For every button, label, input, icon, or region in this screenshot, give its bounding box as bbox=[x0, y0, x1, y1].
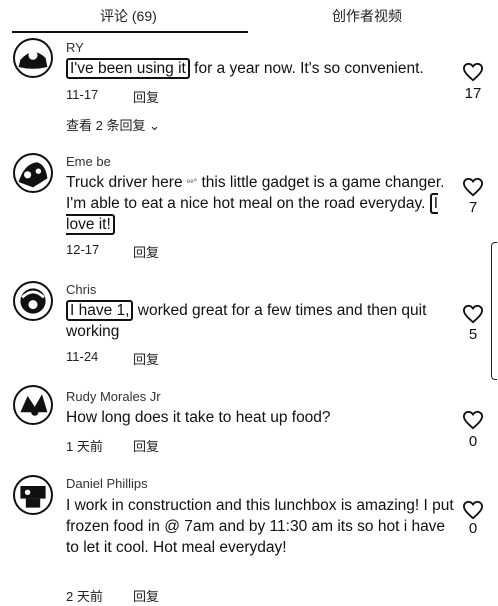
comment-text: I've been using it for a year now. It's … bbox=[66, 58, 456, 79]
tab-comments[interactable]: 评论 (69) bbox=[100, 6, 157, 26]
avatar[interactable] bbox=[13, 475, 53, 515]
tab-creator-videos[interactable]: 创作者视频 bbox=[332, 6, 402, 26]
like-count: 0 bbox=[468, 433, 478, 450]
comment-text: I work in construction and this lunchbox… bbox=[66, 495, 456, 558]
reply-button[interactable]: 回复 bbox=[133, 242, 159, 261]
comment-date: 11-17 bbox=[66, 87, 99, 102]
scrollbar[interactable] bbox=[491, 242, 497, 380]
comment-date: 1 天前 bbox=[66, 439, 103, 454]
comment-text-body: How long does it take to heat up food? bbox=[66, 409, 331, 426]
comment-text-part: Truck driver here bbox=[66, 174, 187, 191]
like-count: 7 bbox=[468, 199, 478, 216]
username[interactable]: Chris bbox=[66, 282, 96, 297]
heart-outline-icon bbox=[462, 410, 484, 430]
reply-button[interactable]: 回复 bbox=[133, 349, 159, 368]
like-count: 5 bbox=[468, 326, 478, 343]
username[interactable]: Eme be bbox=[66, 154, 111, 169]
reply-button[interactable]: 回复 bbox=[133, 586, 159, 605]
avatar[interactable] bbox=[13, 38, 53, 78]
avatar[interactable] bbox=[13, 153, 53, 193]
active-tab-indicator bbox=[12, 31, 248, 33]
heart-outline-icon bbox=[462, 177, 484, 197]
sticker-emoji: ᵉᵉ° bbox=[186, 177, 198, 187]
like-button[interactable] bbox=[460, 62, 486, 82]
avatar[interactable] bbox=[13, 385, 53, 425]
comment-text-rest: for a year now. It's so convenient. bbox=[189, 60, 424, 77]
username[interactable]: RY bbox=[66, 40, 84, 55]
like-button[interactable] bbox=[460, 410, 486, 430]
comment-text-body: I work in construction and this lunchbox… bbox=[66, 497, 454, 556]
comment-date: 12-17 bbox=[66, 242, 100, 257]
highlight-box: I have 1, bbox=[66, 300, 134, 321]
username[interactable]: Rudy Morales Jr bbox=[66, 389, 161, 404]
comment-date: 11-24 bbox=[66, 349, 99, 364]
comment-tabs: 评论 (69) 创作者视频 bbox=[0, 0, 498, 34]
heart-outline-icon bbox=[462, 62, 484, 82]
like-count: 0 bbox=[468, 520, 478, 537]
reply-button[interactable]: 回复 bbox=[133, 436, 159, 455]
like-button[interactable] bbox=[460, 304, 486, 324]
like-count: 17 bbox=[464, 85, 482, 102]
heart-outline-icon bbox=[462, 304, 484, 324]
comment-text: I have 1, worked great for a few times a… bbox=[66, 300, 456, 342]
comment-text: Truck driver here ᵉᵉ° this little gadget… bbox=[66, 172, 456, 235]
like-button[interactable] bbox=[460, 500, 486, 520]
avatar[interactable] bbox=[13, 281, 53, 321]
highlight-box: I've been using it bbox=[66, 58, 190, 79]
view-replies-link[interactable]: 查看 2 条回复 ⌄ bbox=[66, 115, 160, 134]
comment-date: 2 天前 bbox=[66, 589, 103, 604]
like-button[interactable] bbox=[460, 177, 486, 197]
heart-outline-icon bbox=[462, 500, 484, 520]
comment-text: How long does it take to heat up food? bbox=[66, 407, 456, 428]
reply-button[interactable]: 回复 bbox=[133, 87, 159, 106]
username[interactable]: Daniel Phillips bbox=[66, 476, 148, 491]
